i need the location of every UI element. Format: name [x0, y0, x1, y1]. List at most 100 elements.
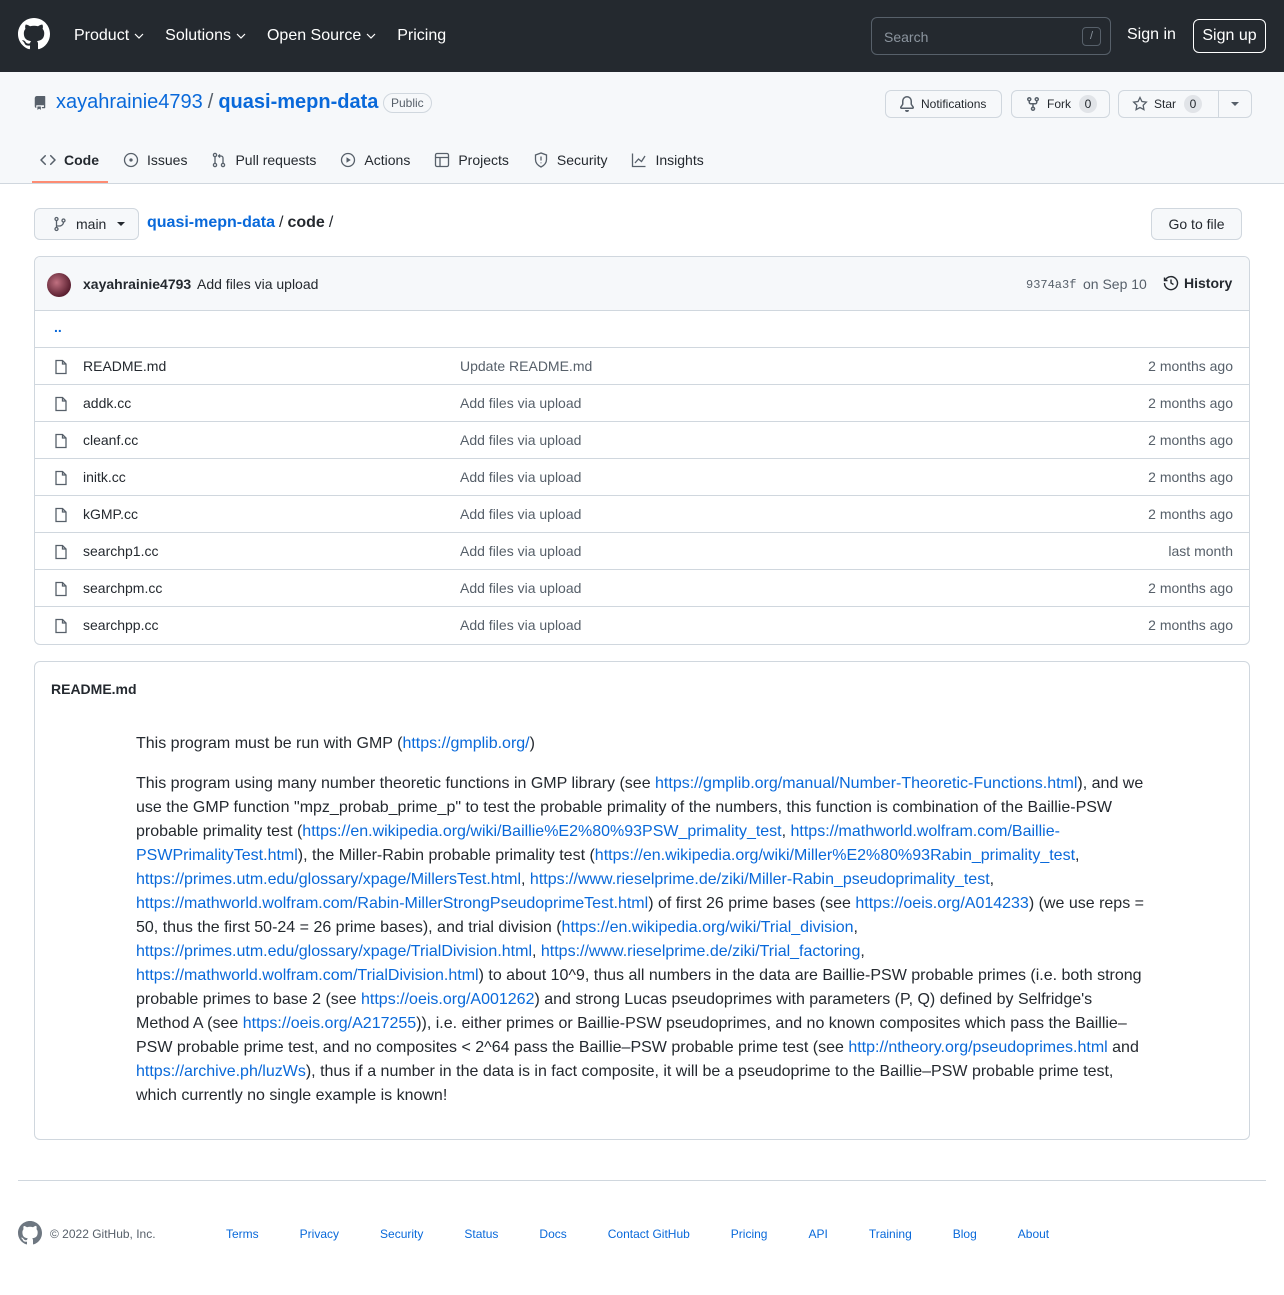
file-name-link[interactable]: README.md: [83, 358, 166, 374]
sign-up-button[interactable]: Sign up: [1193, 19, 1266, 53]
file-icon: [55, 396, 67, 412]
file-name-link[interactable]: searchpm.cc: [83, 580, 162, 596]
footer-link-about[interactable]: About: [1018, 1227, 1049, 1241]
file-list: xayahrainie4793 Add files via upload 937…: [34, 256, 1250, 645]
table-row[interactable]: searchp1.cc Add files via upload last mo…: [35, 533, 1249, 570]
table-row[interactable]: kGMP.cc Add files via upload 2 months ag…: [35, 496, 1249, 533]
footer-link-blog[interactable]: Blog: [953, 1227, 977, 1241]
file-name-link[interactable]: initk.cc: [83, 469, 126, 485]
github-logo-icon[interactable]: [18, 1221, 42, 1245]
sign-in-link[interactable]: Sign in: [1127, 26, 1176, 44]
tab-projects[interactable]: Projects: [426, 142, 517, 178]
nav-product[interactable]: Product: [74, 27, 145, 45]
table-row[interactable]: cleanf.cc Add files via upload 2 months …: [35, 422, 1249, 459]
search-input[interactable]: Search /: [871, 17, 1111, 55]
footer-links: Terms Privacy Security Status Docs Contact Gi…: [226, 1227, 1090, 1241]
table-row[interactable]: README.md Update README.md 2 months ago: [35, 348, 1249, 385]
file-commit-age: 2 months ago: [1148, 580, 1233, 596]
readme-link[interactable]: https://en.wikipedia.org/wiki/Miller%E2%…: [595, 847, 1075, 864]
footer-link-contact-github[interactable]: Contact GitHub: [608, 1227, 690, 1241]
pull-request-icon: [213, 152, 226, 168]
footer-link-security[interactable]: Security: [380, 1227, 423, 1241]
nav-solutions[interactable]: Solutions: [165, 27, 247, 45]
readme-link[interactable]: https://en.wikipedia.org/wiki/Baillie%E2…: [302, 823, 781, 840]
graph-icon: [632, 153, 647, 168]
file-icon: [55, 359, 67, 375]
footer-link-terms[interactable]: Terms: [226, 1227, 259, 1241]
commit-author[interactable]: xayahrainie4793: [83, 276, 191, 292]
readme-link[interactable]: https://mathworld.wolfram.com/TrialDivis…: [136, 967, 479, 984]
tab-actions[interactable]: Actions: [332, 142, 418, 178]
readme-link[interactable]: https://primes.utm.edu/glossary/xpage/Tr…: [136, 943, 532, 960]
file-name-link[interactable]: cleanf.cc: [83, 432, 138, 448]
file-name-link[interactable]: searchp1.cc: [83, 543, 158, 559]
tab-security[interactable]: Security: [525, 142, 616, 178]
parent-directory-link[interactable]: ..: [54, 319, 62, 335]
file-commit-message[interactable]: Add files via upload: [460, 469, 581, 485]
star-button[interactable]: Star 0: [1118, 90, 1219, 118]
commit-message[interactable]: Add files via upload: [197, 276, 318, 292]
footer-link-status[interactable]: Status: [464, 1227, 498, 1241]
readme-link[interactable]: https://primes.utm.edu/glossary/xpage/Mi…: [136, 871, 521, 888]
star-count: 0: [1184, 95, 1203, 113]
readme-link[interactable]: https://en.wikipedia.org/wiki/Trial_divi…: [562, 919, 854, 936]
readme-link[interactable]: https://www.rieselprime.de/ziki/Trial_fa…: [541, 943, 861, 960]
footer-link-privacy[interactable]: Privacy: [300, 1227, 339, 1241]
parent-directory-row[interactable]: ..: [35, 311, 1249, 348]
repo-name-link[interactable]: quasi-mepn-data: [218, 91, 378, 114]
footer-link-docs[interactable]: Docs: [539, 1227, 566, 1241]
table-row[interactable]: initk.cc Add files via upload 2 months a…: [35, 459, 1249, 496]
readme-link[interactable]: http://ntheory.org/pseudoprimes.html: [848, 1039, 1107, 1056]
readme-content: This program must be run with GMP (https…: [136, 732, 1146, 1124]
branch-select-button[interactable]: main: [34, 208, 139, 240]
readme-link[interactable]: https://oeis.org/A014233: [855, 895, 1028, 912]
breadcrumb-repo-link[interactable]: quasi-mepn-data: [147, 214, 275, 232]
file-name-link[interactable]: searchpp.cc: [83, 617, 158, 633]
readme-link[interactable]: https://oeis.org/A001262: [361, 991, 534, 1008]
caret-down-icon: [1231, 102, 1239, 106]
nav-open-source[interactable]: Open Source: [267, 27, 377, 45]
file-commit-message[interactable]: Add files via upload: [460, 432, 581, 448]
nav-product-label: Product: [74, 27, 130, 44]
readme-link[interactable]: https://mathworld.wolfram.com/Rabin-Mill…: [136, 895, 648, 912]
star-dropdown-button[interactable]: [1218, 90, 1252, 118]
file-commit-message[interactable]: Add files via upload: [460, 580, 581, 596]
footer-copyright: © 2022 GitHub, Inc.: [50, 1227, 156, 1241]
readme-panel: README.md This program must be run with …: [34, 661, 1250, 1140]
fork-button[interactable]: Fork 0: [1011, 90, 1110, 118]
github-logo-icon[interactable]: [18, 18, 50, 50]
nav-pricing[interactable]: Pricing: [397, 27, 446, 45]
file-commit-message[interactable]: Add files via upload: [460, 617, 581, 633]
file-icon: [55, 618, 67, 634]
tab-pull-requests[interactable]: Pull requests: [203, 142, 324, 178]
file-name-link[interactable]: addk.cc: [83, 395, 131, 411]
readme-link[interactable]: https://gmplib.org/: [402, 735, 529, 752]
readme-title[interactable]: README.md: [51, 681, 137, 697]
branch-name: main: [76, 216, 107, 232]
file-commit-message[interactable]: Update README.md: [460, 358, 592, 374]
readme-link[interactable]: https://www.rieselprime.de/ziki/Miller-R…: [530, 871, 990, 888]
file-commit-message[interactable]: Add files via upload: [460, 506, 581, 522]
table-row[interactable]: addk.cc Add files via upload 2 months ag…: [35, 385, 1249, 422]
footer-link-api[interactable]: API: [808, 1227, 827, 1241]
history-link[interactable]: History: [1163, 275, 1232, 291]
commit-sha[interactable]: 9374a3f: [1026, 278, 1076, 292]
readme-link[interactable]: https://archive.ph/luzWs: [136, 1063, 306, 1080]
readme-link[interactable]: https://gmplib.org/manual/Number-Theoret…: [655, 775, 1077, 792]
readme-text: ,: [989, 871, 995, 888]
avatar[interactable]: [47, 273, 71, 297]
tab-insights[interactable]: Insights: [623, 142, 711, 178]
notifications-button[interactable]: Notifications: [885, 90, 1002, 118]
tab-code[interactable]: Code: [32, 142, 107, 178]
table-row[interactable]: searchpm.cc Add files via upload 2 month…: [35, 570, 1249, 607]
go-to-file-button[interactable]: Go to file: [1151, 208, 1242, 240]
footer-link-training[interactable]: Training: [869, 1227, 912, 1241]
table-row[interactable]: searchpp.cc Add files via upload 2 month…: [35, 607, 1249, 644]
file-name-link[interactable]: kGMP.cc: [83, 506, 138, 522]
file-commit-message[interactable]: Add files via upload: [460, 543, 581, 559]
tab-issues[interactable]: Issues: [115, 142, 195, 178]
readme-link[interactable]: https://oeis.org/A217255: [243, 1015, 416, 1032]
footer-link-pricing[interactable]: Pricing: [731, 1227, 768, 1241]
repo-owner-link[interactable]: xayahrainie4793: [56, 91, 203, 114]
file-commit-message[interactable]: Add files via upload: [460, 395, 581, 411]
